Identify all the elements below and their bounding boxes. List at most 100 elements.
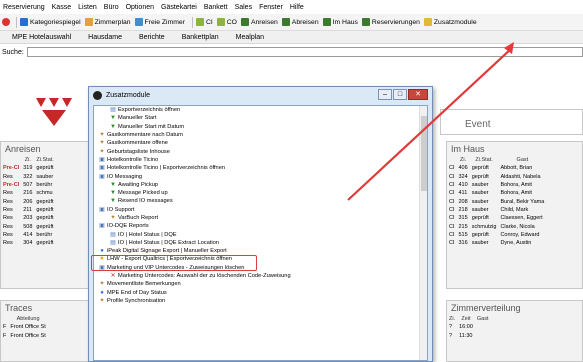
table-row[interactable]: ? 11:30 [447,332,491,340]
table-row[interactable]: Pre-CI 507 berühr [1,181,56,189]
tree-item[interactable]: ▣ IO Messaging [94,172,427,180]
tree-item[interactable]: ● MPE End of Day Status [94,289,427,297]
table-row[interactable]: CI 411 sauber Bohora, Amit [447,189,546,197]
scrollbar-thumb[interactable] [421,116,427,191]
tree-item-label: Message Picked up [118,190,168,197]
table-cell: F [3,332,7,339]
toolbar-zimmerplan[interactable]: Zimmerplan [84,18,131,26]
tree-item[interactable]: ✦ Profile Synchronisation [94,297,427,305]
nav-bankettplan[interactable]: Bankettplan [182,34,219,41]
traces-title: Traces [5,303,33,313]
menu-bankett[interactable]: Bankett [204,4,228,11]
toolbar-ci[interactable]: CI [195,18,213,26]
table-cell: Res [3,173,13,180]
search-input[interactable] [26,47,583,57]
menu-reservierung[interactable]: Reservierung [3,4,45,11]
stop-icon[interactable] [2,18,10,26]
tree-item[interactable]: ▤ IO | Hotel Status | DQE Extract Locatio… [94,239,427,247]
toolbar-zusatzmodule[interactable]: Zusatzmodule [423,18,477,26]
table-cell: sauber [471,240,489,247]
traces-table: Abteilung F Front Office St F Front Office S… [1,315,48,340]
table-row[interactable]: CI 406 geprüft Abbott, Brian [447,164,546,172]
tree-item[interactable]: ✦ VarBuch Report [94,214,427,222]
table-row[interactable]: Res 322 sauber [1,173,56,181]
menu-hilfe[interactable]: Hilfe [290,4,304,11]
table-row[interactable]: Res 216 schmu [1,189,56,197]
table-row[interactable]: F Front Office St [1,332,48,340]
tree-scrollbar[interactable] [419,106,427,360]
toolbar-abreisen[interactable]: Abreisen [281,18,319,26]
tree-item[interactable]: ✦ Movementliste Bemerkungen [94,280,427,288]
table-row[interactable]: Pre-CI 319 geprüft [1,164,56,172]
table-cell: sauber [471,190,489,197]
tree-item[interactable]: ▼ Manueller Start mit Datum [94,123,427,131]
tree-item[interactable]: ▼ Resend IO messages [94,197,427,205]
table-row[interactable]: CI 316 sauber Dyne, Austin [447,239,546,247]
tree-item[interactable]: ▣ Hotelkontrolle Ticino [94,156,427,164]
table-row[interactable]: CI 208 sauber Bural, Bekir Yama [447,197,546,205]
tree-item[interactable]: ▼ Message Picked up [94,189,427,197]
table-cell: Res [3,240,13,247]
tree-item[interactable]: ▣ IO Support [94,206,427,214]
tree-rows: ▤ Exportverzeichnis öffnen ▼ Manueller Star… [94,106,427,305]
table-row[interactable]: Res 206 geprüft [1,197,56,205]
toolbar-label: Freie Zimmer [144,18,185,26]
table-row[interactable]: CI 515 geprüft Conroy, Edward [447,231,546,239]
table-row[interactable]: Res 414 berühr [1,231,56,239]
toolbar-reservierungen[interactable]: Reservierungen [361,18,420,26]
table-row[interactable]: F Front Office St [1,323,48,331]
close-icon[interactable]: ✕ [408,89,428,100]
nav-mpe-hotelauswahl[interactable]: MPE Hotelauswahl [12,34,71,41]
table-row[interactable]: CI 218 sauber Child, Mark [447,206,546,214]
nav-hausdame[interactable]: Hausdame [88,34,122,41]
table-row[interactable]: ? 16:00 [447,323,491,331]
search-label: Suche: [2,48,24,56]
toolbar-im-haus[interactable]: Im Haus [322,18,358,26]
menu-sales[interactable]: Sales [235,4,253,11]
gear-icon: ✦ [110,215,116,221]
tree-item[interactable]: ▣ IO-DQE Reports [94,222,427,230]
folder-icon: ▣ [99,156,105,163]
minimize-icon[interactable]: – [378,89,392,100]
flag-icon: ▼ [110,115,116,122]
menu-g-stekartei[interactable]: Gästekartei [161,4,197,11]
toolbar-anreisen[interactable]: Anreisen [240,18,278,26]
flag-icon: ▼ [110,190,116,197]
menu-listen[interactable]: Listen [78,4,97,11]
table-row[interactable]: Res 211 geprüft [1,206,56,214]
tree-item[interactable]: ✕ Marketing Untercodes: Auswahl der zu lö… [94,272,427,280]
tree-item[interactable]: ▤ Exportverzeichnis öffnen [94,106,427,114]
table-row[interactable]: Res 203 geprüft [1,214,56,222]
table-row[interactable]: Res 508 geprüft [1,222,56,230]
table-row[interactable]: CI 215 schmutzig Clarke, Nicola [447,222,546,230]
table-row[interactable]: Res 304 geprüft [1,239,56,247]
toolbar-freie-zimmer[interactable]: Freie Zimmer [134,18,185,26]
table-cell: schmutzig [471,223,497,230]
tree-item[interactable]: ▣ Hotelkontrolle Ticino | Exportverzeichn… [94,164,427,172]
tree-item[interactable]: ▼ Awaiting Pickup [94,181,427,189]
tree-item[interactable]: ✦ Geburtstagsliste Inhouse [94,147,427,155]
toolbar-co[interactable]: CO [216,18,237,26]
gear-icon: ✦ [99,140,105,147]
maximize-icon[interactable]: □ [393,89,407,100]
table-row[interactable]: CI 410 sauber Bohora, Amit [447,181,546,189]
table-cell: geprüft [471,165,489,172]
toolbar-kategoriespiegel[interactable]: Kategoriespiegel [20,18,81,26]
dialog-title: Zusatzmodule [106,92,150,99]
table-cell: Dyne, Austin [500,240,532,247]
tree-item[interactable]: ▤ IO | Hotel Status | DQE [94,230,427,238]
tree-item[interactable]: ✦ Gastkommentare nach Datum [94,131,427,139]
table-row[interactable]: CI 315 geprüft Claessen, Eggert [447,214,546,222]
menu-fenster[interactable]: Fenster [259,4,283,11]
tree-item[interactable]: ✦ Gastkommentare offene [94,139,427,147]
menu-kasse[interactable]: Kasse [52,4,71,11]
nav-berichte[interactable]: Berichte [139,34,165,41]
menu-b-ro[interactable]: Büro [104,4,119,11]
menu-optionen[interactable]: Optionen [126,4,154,11]
table-cell: Pre-CI [3,182,20,189]
tree-item[interactable]: ▼ Manueller Start [94,114,427,122]
tree-item-label: MPE End of Day Status [107,289,167,296]
table-row[interactable]: CI 324 geprüft Aldashti, Nabela [447,173,546,181]
nav-mealplan[interactable]: Mealplan [236,34,264,41]
doc-icon: ▤ [110,107,116,114]
